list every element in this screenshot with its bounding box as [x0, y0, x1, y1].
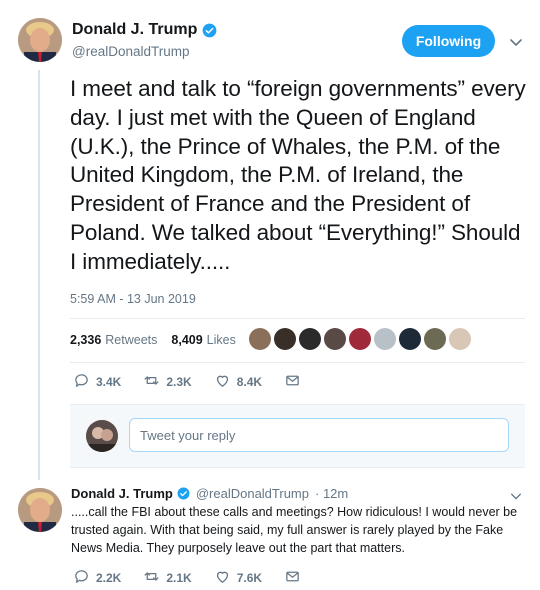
reply-action[interactable]: 2.2K [73, 568, 121, 588]
retweet-count: 2.1K [166, 571, 192, 585]
like-action[interactable]: 8.4K [214, 372, 262, 392]
retweet-action[interactable]: 2.3K [143, 372, 192, 392]
liker-avatar[interactable] [299, 328, 321, 350]
message-icon [284, 372, 301, 392]
tweet-actions: 3.4K 2.3K 8.4K [73, 372, 323, 392]
reply-header: Donald J. Trump @realDonaldTrump · 12m [71, 486, 348, 501]
likes-count[interactable]: 8,409 [171, 333, 202, 347]
retweet-action[interactable]: 2.1K [143, 568, 192, 588]
liker-avatar[interactable] [449, 328, 471, 350]
reply-actions: 2.2K 2.1K 7.6K [73, 568, 323, 588]
author-avatar[interactable] [18, 18, 62, 62]
liker-avatar[interactable] [349, 328, 371, 350]
retweets-count[interactable]: 2,336 [70, 333, 101, 347]
engagement-stats: 2,336 Retweets 8,409 Likes [70, 328, 236, 352]
divider [70, 362, 525, 363]
like-icon [214, 372, 231, 392]
reply-action[interactable]: 3.4K [73, 372, 121, 392]
following-button[interactable]: Following [402, 25, 495, 57]
verified-icon [202, 23, 217, 38]
verified-icon [177, 487, 190, 500]
author-handle[interactable]: @realDonaldTrump [72, 44, 190, 59]
retweet-count: 2.3K [166, 375, 192, 389]
liker-avatar[interactable] [249, 328, 271, 350]
reply-count: 3.4K [96, 375, 122, 389]
chevron-down-icon[interactable] [510, 489, 522, 501]
reply-icon [73, 568, 90, 588]
like-icon [214, 568, 231, 588]
retweet-icon [143, 372, 160, 392]
liker-avatar[interactable] [399, 328, 421, 350]
reply-author-avatar[interactable] [18, 488, 62, 532]
retweet-icon [143, 568, 160, 588]
message-action[interactable] [284, 568, 301, 588]
likes-label[interactable]: Likes [207, 333, 236, 347]
reply-input[interactable] [129, 418, 509, 452]
reply-count: 2.2K [96, 571, 122, 585]
message-icon [284, 568, 301, 588]
author-name-text[interactable]: Donald J. Trump [72, 21, 197, 39]
likers-avatars [249, 328, 471, 350]
chevron-down-icon[interactable] [509, 35, 523, 49]
reply-author-handle[interactable]: @realDonaldTrump [196, 486, 309, 501]
author-name[interactable]: Donald J. Trump [72, 21, 217, 39]
tweet-timestamp[interactable]: 5:59 AM - 13 Jun 2019 [70, 292, 196, 306]
liker-avatar[interactable] [374, 328, 396, 350]
message-action[interactable] [284, 372, 301, 392]
reply-time[interactable]: · 12m [315, 486, 348, 501]
like-action[interactable]: 7.6K [214, 568, 262, 588]
thread-connector-line [38, 70, 40, 480]
divider [70, 318, 525, 319]
reply-text: .....call the FBI about these calls and … [71, 505, 518, 555]
reply-author-name[interactable]: Donald J. Trump [71, 486, 173, 501]
current-user-avatar[interactable] [86, 420, 118, 452]
liker-avatar[interactable] [274, 328, 296, 350]
reply-icon [73, 372, 90, 392]
like-count: 7.6K [236, 571, 263, 585]
tweet-text: I meet and talk to “foreign governments”… [70, 76, 526, 274]
liker-avatar[interactable] [324, 328, 346, 350]
liker-avatar[interactable] [424, 328, 446, 350]
like-count: 8.4K [236, 375, 263, 389]
retweets-label[interactable]: Retweets [105, 333, 157, 347]
